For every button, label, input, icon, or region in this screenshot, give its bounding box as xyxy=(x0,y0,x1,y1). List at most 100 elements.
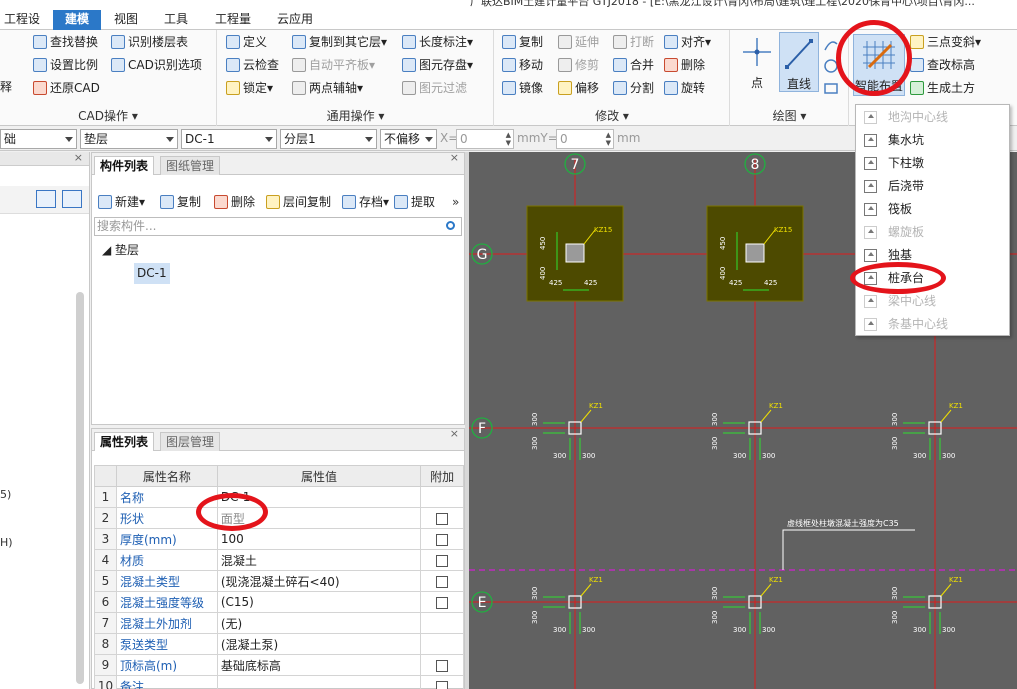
rotate-button[interactable]: 旋转 xyxy=(664,78,705,98)
set-scale-button[interactable]: 设置比例 xyxy=(33,55,98,75)
modify-group-title[interactable]: 修改 ▾ xyxy=(495,107,729,124)
tab-view[interactable]: 视图 xyxy=(110,10,142,30)
y-offset-input[interactable]: 0 ▲ ▼ xyxy=(556,129,614,149)
spinner-icon[interactable]: ▲ ▼ xyxy=(506,131,511,147)
attach-checkbox[interactable] xyxy=(436,596,449,609)
dropdown-item[interactable]: 梁中心线 xyxy=(858,290,1008,313)
align-button[interactable]: 对齐 ▾ xyxy=(664,32,711,52)
table-row[interactable]: 9 顶标高(m) 基础底标高 xyxy=(94,654,464,676)
category-select[interactable]: 础 xyxy=(0,129,77,149)
dropdown-item[interactable]: 地沟中心线 xyxy=(858,106,1008,129)
table-row[interactable]: 1 名称 DC-1 xyxy=(94,486,464,508)
smart-layout-button[interactable]: 智能布置 xyxy=(853,34,905,96)
arc-tool-button[interactable] xyxy=(821,36,841,103)
two-point-axis-button[interactable]: 两点辅轴 ▾ xyxy=(292,78,363,98)
line-button[interactable]: 直线 xyxy=(779,32,819,92)
dropdown-item[interactable]: 螺旋板 xyxy=(858,221,1008,244)
define-button[interactable]: 定义 xyxy=(226,32,267,52)
identify-floor-table-button[interactable]: 识别楼层表 xyxy=(111,32,188,52)
draw-group-title[interactable]: 绘图 ▾ xyxy=(731,107,848,124)
save-element-button[interactable]: 图元存盘 ▾ xyxy=(402,55,473,75)
element-filter-button[interactable]: 图元过滤 xyxy=(402,78,467,98)
attach-checkbox[interactable] xyxy=(436,575,449,588)
property-value-cell[interactable]: (C15) xyxy=(216,591,422,613)
auto-align-slab-button[interactable]: 自动平齐板 ▾ xyxy=(292,55,375,75)
property-value-cell[interactable]: (混凝土泵) xyxy=(216,633,422,655)
find-replace-button[interactable]: 查找替换 xyxy=(33,32,98,52)
break-button[interactable]: 打断 xyxy=(613,32,654,52)
grid-view-icon[interactable] xyxy=(62,190,82,208)
tab-property-list[interactable]: 属性列表 xyxy=(94,432,155,451)
copy-button[interactable]: 复制 xyxy=(502,32,543,52)
tab-layer-management[interactable]: 图层管理 xyxy=(160,432,221,451)
table-row[interactable]: 2 形状 面型 xyxy=(94,507,464,529)
table-row[interactable]: 5 混凝土类型 (现浇混凝土碎石<40) xyxy=(94,570,464,592)
tree-node-dc1[interactable]: DC-1 xyxy=(134,263,170,284)
table-row[interactable]: 7 混凝土外加剂 (无) xyxy=(94,612,464,634)
merge-button[interactable]: 合并 xyxy=(613,55,654,75)
check-elevation-button[interactable]: 查改标高 xyxy=(910,55,975,75)
dropdown-item[interactable]: 条基中心线 xyxy=(858,313,1008,336)
dropdown-item[interactable]: 桩承台 xyxy=(858,267,1008,290)
tab-cloud[interactable]: 云应用 xyxy=(272,10,318,30)
property-value-cell[interactable]: DC-1 xyxy=(216,486,422,508)
attach-checkbox[interactable] xyxy=(436,554,449,567)
attach-checkbox[interactable] xyxy=(436,512,449,525)
component-search-input[interactable]: 搜索构件... xyxy=(94,217,462,236)
tab-quantities[interactable]: 工程量 xyxy=(210,10,256,30)
delete-component-button[interactable]: 删除 xyxy=(214,193,255,211)
generate-earthwork-button[interactable]: 生成土方 xyxy=(910,78,975,98)
offset-select[interactable]: 不偏移 xyxy=(380,129,437,149)
copy-component-button[interactable]: 复制 xyxy=(160,193,201,211)
component-select[interactable]: DC-1 xyxy=(181,129,277,149)
dropdown-item[interactable]: 筏板 xyxy=(858,198,1008,221)
property-value-cell[interactable]: 面型 xyxy=(216,507,422,529)
tab-tools[interactable]: 工具 xyxy=(160,10,192,30)
length-dimension-button[interactable]: 长度标注 ▾ xyxy=(402,32,473,52)
more-icon[interactable]: » xyxy=(452,193,459,211)
tab-modeling[interactable]: 建模 xyxy=(53,10,101,30)
extend-button[interactable]: 延伸 xyxy=(558,32,599,52)
tab-drawing-management[interactable]: 图纸管理 xyxy=(160,156,221,175)
attach-checkbox[interactable] xyxy=(436,659,449,672)
tab-component-list[interactable]: 构件列表 xyxy=(94,156,155,175)
dropdown-item[interactable]: 下柱墩 xyxy=(858,152,1008,175)
three-point-slope-button[interactable]: 三点变斜 ▾ xyxy=(910,32,981,52)
move-button[interactable]: 移动 xyxy=(502,55,543,75)
restore-cad-button[interactable]: 还原CAD xyxy=(33,78,100,98)
delete-button[interactable]: 删除 xyxy=(664,55,705,75)
attach-checkbox[interactable] xyxy=(436,533,449,546)
attach-checkbox[interactable] xyxy=(436,680,449,689)
property-value-cell[interactable]: (现浇混凝土碎石<40) xyxy=(216,570,422,592)
table-row[interactable]: 6 混凝土强度等级 (C15) xyxy=(94,591,464,613)
property-value-cell[interactable] xyxy=(216,675,422,689)
split-button[interactable]: 分割 xyxy=(613,78,654,98)
list-view-icon[interactable] xyxy=(36,190,56,208)
copy-to-other-floor-button[interactable]: 复制到其它层 ▾ xyxy=(292,32,387,52)
close-icon[interactable]: × xyxy=(450,427,459,440)
cad-identify-options-button[interactable]: CAD识别选项 xyxy=(111,55,202,75)
table-row[interactable]: 8 泵送类型 (混凝土泵) xyxy=(94,633,464,655)
scrollbar[interactable] xyxy=(76,292,84,684)
trim-button[interactable]: 修剪 xyxy=(558,55,599,75)
cross-floor-copy-button[interactable]: 层间复制 xyxy=(266,193,331,211)
lock-button[interactable]: 锁定 ▾ xyxy=(226,78,273,98)
offset-button[interactable]: 偏移 xyxy=(558,78,599,98)
table-row[interactable]: 4 材质 混凝土 xyxy=(94,549,464,571)
property-value-cell[interactable]: 混凝土 xyxy=(216,549,422,571)
new-button[interactable]: 新建 ▾ xyxy=(98,193,145,211)
general-group-title[interactable]: 通用操作 ▾ xyxy=(218,107,493,124)
x-offset-input[interactable]: 0 ▲ ▼ xyxy=(456,129,514,149)
table-row[interactable]: 3 厚度(mm) 100 xyxy=(94,528,464,550)
search-icon[interactable] xyxy=(446,221,455,230)
tree-node-cushion[interactable]: ◢ 垫层 xyxy=(102,241,139,258)
archive-button[interactable]: 存档 ▾ xyxy=(342,193,389,211)
close-icon[interactable]: × xyxy=(74,151,83,164)
cut-off-button[interactable]: 释 xyxy=(0,77,12,97)
extract-button[interactable]: 提取 xyxy=(394,193,435,211)
table-row[interactable]: 10 备注 xyxy=(94,675,464,689)
dropdown-item[interactable]: 独基 xyxy=(858,244,1008,267)
point-button[interactable]: 点 xyxy=(739,34,775,91)
component-type-select[interactable]: 垫层 xyxy=(80,129,178,149)
spinner-icon[interactable]: ▲ ▼ xyxy=(606,131,611,147)
